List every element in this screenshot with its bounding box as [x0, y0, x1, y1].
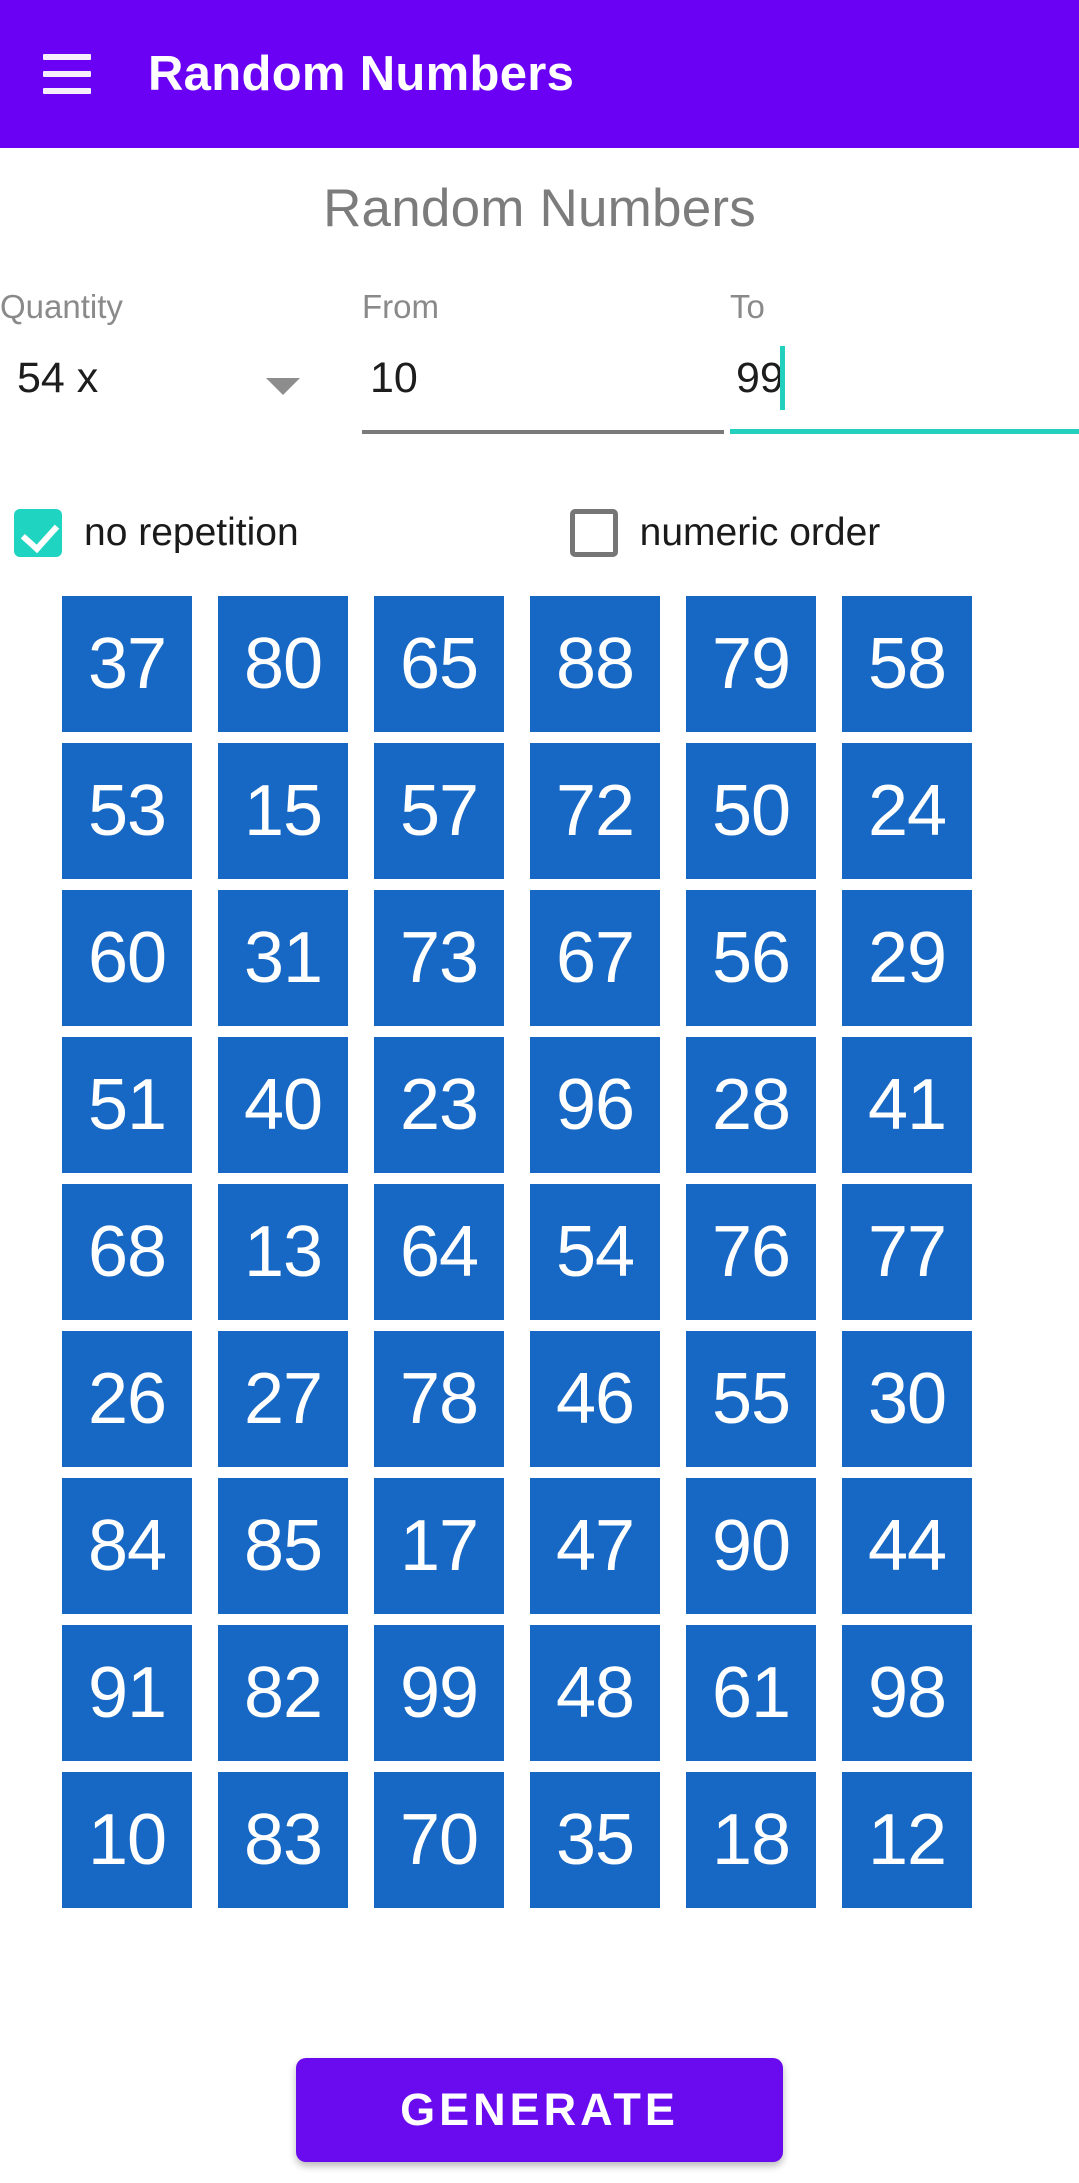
- from-input[interactable]: 10: [370, 354, 418, 403]
- number-tile[interactable]: 35: [530, 1772, 660, 1908]
- number-tile[interactable]: 30: [842, 1331, 972, 1467]
- number-tile[interactable]: 61: [686, 1625, 816, 1761]
- number-tile[interactable]: 72: [530, 743, 660, 879]
- to-label: To: [730, 288, 765, 325]
- number-tile[interactable]: 85: [218, 1478, 348, 1614]
- number-tile[interactable]: 90: [686, 1478, 816, 1614]
- page-title: Random Numbers: [323, 179, 756, 238]
- number-tile[interactable]: 83: [218, 1772, 348, 1908]
- from-label: From: [362, 288, 439, 325]
- number-tile[interactable]: 26: [62, 1331, 192, 1467]
- generate-button[interactable]: GENERATE: [296, 2058, 783, 2162]
- number-tile[interactable]: 64: [374, 1184, 504, 1320]
- number-tile[interactable]: 37: [62, 596, 192, 732]
- number-tile[interactable]: 88: [530, 596, 660, 732]
- chevron-down-icon[interactable]: [266, 378, 300, 395]
- number-tile[interactable]: 76: [686, 1184, 816, 1320]
- menu-bar-1: [43, 54, 91, 60]
- number-tile[interactable]: 67: [530, 890, 660, 1026]
- number-tile[interactable]: 98: [842, 1625, 972, 1761]
- random-numbers-grid: 37 80 65 88 79 58 53 15 57 72 50 24 60 31 73 67 56 29 51 40…: [62, 596, 998, 1908]
- number-tile[interactable]: 51: [62, 1037, 192, 1173]
- to-input[interactable]: 99: [736, 354, 784, 403]
- options-row: no repetition numeric order: [0, 502, 1079, 564]
- number-tile[interactable]: 78: [374, 1331, 504, 1467]
- number-tile[interactable]: 13: [218, 1184, 348, 1320]
- number-tile[interactable]: 54: [530, 1184, 660, 1320]
- menu-bar-3: [43, 88, 91, 94]
- app-bar: Random Numbers: [0, 0, 1079, 148]
- number-tile[interactable]: 31: [218, 890, 348, 1026]
- number-tile[interactable]: 91: [62, 1625, 192, 1761]
- number-tile[interactable]: 44: [842, 1478, 972, 1614]
- number-tile[interactable]: 60: [62, 890, 192, 1026]
- text-caret: [780, 346, 785, 410]
- numeric-order-label: numeric order: [639, 511, 881, 554]
- number-tile[interactable]: 55: [686, 1331, 816, 1467]
- number-tile[interactable]: 65: [374, 596, 504, 732]
- number-tile[interactable]: 18: [686, 1772, 816, 1908]
- number-tile[interactable]: 99: [374, 1625, 504, 1761]
- number-tile[interactable]: 70: [374, 1772, 504, 1908]
- number-tile[interactable]: 12: [842, 1772, 972, 1908]
- number-tile[interactable]: 48: [530, 1625, 660, 1761]
- number-tile[interactable]: 68: [62, 1184, 192, 1320]
- number-tile[interactable]: 23: [374, 1037, 504, 1173]
- number-tile[interactable]: 10: [62, 1772, 192, 1908]
- checkbox-checked-icon[interactable]: [14, 509, 62, 557]
- no-repetition-label: no repetition: [84, 511, 299, 554]
- number-tile[interactable]: 84: [62, 1478, 192, 1614]
- number-tile[interactable]: 58: [842, 596, 972, 732]
- number-tile[interactable]: 28: [686, 1037, 816, 1173]
- number-tile[interactable]: 79: [686, 596, 816, 732]
- number-tile[interactable]: 80: [218, 596, 348, 732]
- quantity-select-value[interactable]: 54 x: [17, 354, 98, 403]
- number-tile[interactable]: 27: [218, 1331, 348, 1467]
- number-tile[interactable]: 56: [686, 890, 816, 1026]
- quantity-label: Quantity: [0, 288, 123, 325]
- menu-bar-2: [43, 71, 91, 77]
- number-tile[interactable]: 47: [530, 1478, 660, 1614]
- numeric-order-checkbox-group[interactable]: numeric order: [569, 509, 881, 557]
- quantity-field-group: Quantity 54 x: [0, 288, 362, 448]
- hamburger-menu-icon[interactable]: [36, 43, 98, 105]
- number-tile[interactable]: 82: [218, 1625, 348, 1761]
- number-tile[interactable]: 15: [218, 743, 348, 879]
- number-tile[interactable]: 57: [374, 743, 504, 879]
- number-tile[interactable]: 96: [530, 1037, 660, 1173]
- number-tile[interactable]: 17: [374, 1478, 504, 1614]
- number-tile[interactable]: 24: [842, 743, 972, 879]
- to-input-underline: [730, 429, 1079, 434]
- app-bar-title: Random Numbers: [148, 47, 575, 101]
- checkbox-unchecked-icon[interactable]: [569, 509, 618, 557]
- number-tile[interactable]: 50: [686, 743, 816, 879]
- app-root: Random Numbers Random Numbers Quantity 5…: [0, 0, 1079, 2183]
- number-tile[interactable]: 40: [218, 1037, 348, 1173]
- number-tile[interactable]: 73: [374, 890, 504, 1026]
- number-tile[interactable]: 77: [842, 1184, 972, 1320]
- no-repetition-checkbox-group[interactable]: no repetition: [14, 509, 299, 557]
- input-fields-row: Quantity 54 x From 10 To 99: [0, 288, 1079, 448]
- number-tile[interactable]: 53: [62, 743, 192, 879]
- from-field-group: From 10: [362, 288, 730, 448]
- number-tile[interactable]: 29: [842, 890, 972, 1026]
- number-tile[interactable]: 46: [530, 1331, 660, 1467]
- to-field-group: To 99: [730, 288, 1079, 448]
- from-input-underline: [362, 430, 724, 434]
- number-tile[interactable]: 41: [842, 1037, 972, 1173]
